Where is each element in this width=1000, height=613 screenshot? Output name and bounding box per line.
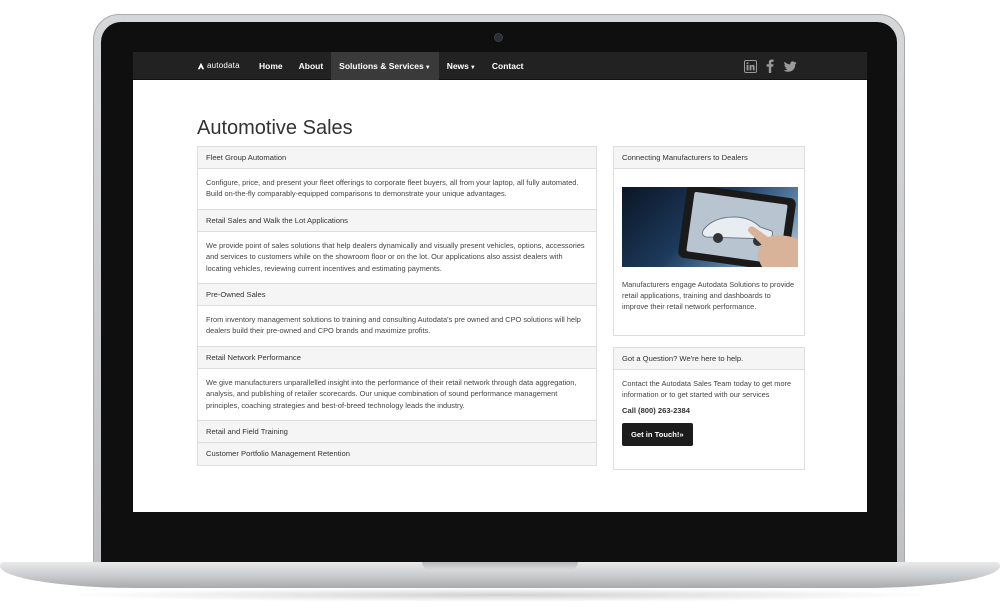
tablet-car-image — [622, 187, 798, 267]
question-panel-heading: Got a Question? We're here to help. — [614, 348, 804, 370]
get-in-touch-button[interactable]: Get in Touch!» — [622, 422, 693, 446]
accordion-heading-pre-owned-sales[interactable]: Pre-Owned Sales — [198, 284, 596, 307]
nav-item-contact[interactable]: Contact — [484, 52, 532, 80]
manufacturers-panel-heading: Connecting Manufacturers to Dealers — [614, 147, 804, 169]
top-navbar: autodata Home About Solutions & Services… — [133, 52, 867, 80]
sales-phone-number: Call (800) 263-2384 — [622, 406, 690, 416]
nav-item-label: Solutions & Services — [339, 61, 424, 71]
logo-text: autodata — [207, 61, 240, 70]
caret-down-icon: ▼ — [424, 65, 431, 71]
manufacturers-panel: Connecting Manufacturers to Dealers Manu… — [613, 146, 805, 336]
question-panel-text: Contact the Autodata Sales Team today to… — [622, 379, 792, 400]
nav-item-label: News — [446, 61, 469, 71]
nav-item-news[interactable]: News▼ — [439, 52, 484, 80]
nav-item-home[interactable]: Home — [251, 52, 291, 80]
accordion-heading-fleet-group-automation[interactable]: Fleet Group Automation — [198, 147, 596, 169]
laptop-notch — [422, 562, 578, 570]
autodata-logo[interactable]: autodata — [197, 61, 240, 70]
accordion-body-fleet-group-automation: Configure, price, and present your fleet… — [198, 169, 596, 210]
main-nav: Home About Solutions & Services▼ News▼ C… — [251, 52, 532, 80]
page-title: Automotive Sales — [197, 117, 353, 139]
manufacturers-panel-text: Manufacturers engage Autodata Solutions … — [622, 280, 795, 312]
question-panel: Got a Question? We're here to help. Cont… — [613, 347, 805, 470]
nav-item-solutions-services[interactable]: Solutions & Services▼ — [331, 52, 439, 80]
facebook-icon[interactable] — [766, 59, 774, 78]
manufacturers-panel-body: Manufacturers engage Autodata Solutions … — [614, 169, 804, 323]
accordion-body-pre-owned-sales: From inventory management solutions to t… — [198, 306, 596, 347]
webcam-icon — [494, 33, 503, 42]
linkedin-icon[interactable] — [744, 59, 757, 78]
autodata-logo-icon — [197, 62, 205, 69]
laptop-screen: autodata Home About Solutions & Services… — [133, 52, 867, 512]
nav-item-about[interactable]: About — [291, 52, 332, 80]
accordion-heading-retail-network-performance[interactable]: Retail Network Performance — [198, 346, 596, 369]
question-panel-body: Contact the Autodata Sales Team today to… — [614, 370, 804, 456]
accordion-body-retail-sales: We provide point of sales solutions that… — [198, 232, 596, 285]
services-accordion: Fleet Group Automation Configure, price,… — [197, 146, 597, 467]
caret-down-icon: ▼ — [469, 65, 476, 71]
accordion-heading-customer-portfolio[interactable]: Customer Portfolio Management Retention — [198, 443, 596, 466]
accordion-body-retail-network-performance: We give manufacturers unparallelled insi… — [198, 369, 596, 422]
social-links — [744, 59, 797, 78]
laptop-shadow — [60, 588, 940, 602]
accordion-heading-retail-field-training[interactable]: Retail and Field Training — [198, 421, 596, 444]
twitter-icon[interactable] — [783, 60, 797, 78]
accordion-heading-retail-sales[interactable]: Retail Sales and Walk the Lot Applicatio… — [198, 209, 596, 232]
